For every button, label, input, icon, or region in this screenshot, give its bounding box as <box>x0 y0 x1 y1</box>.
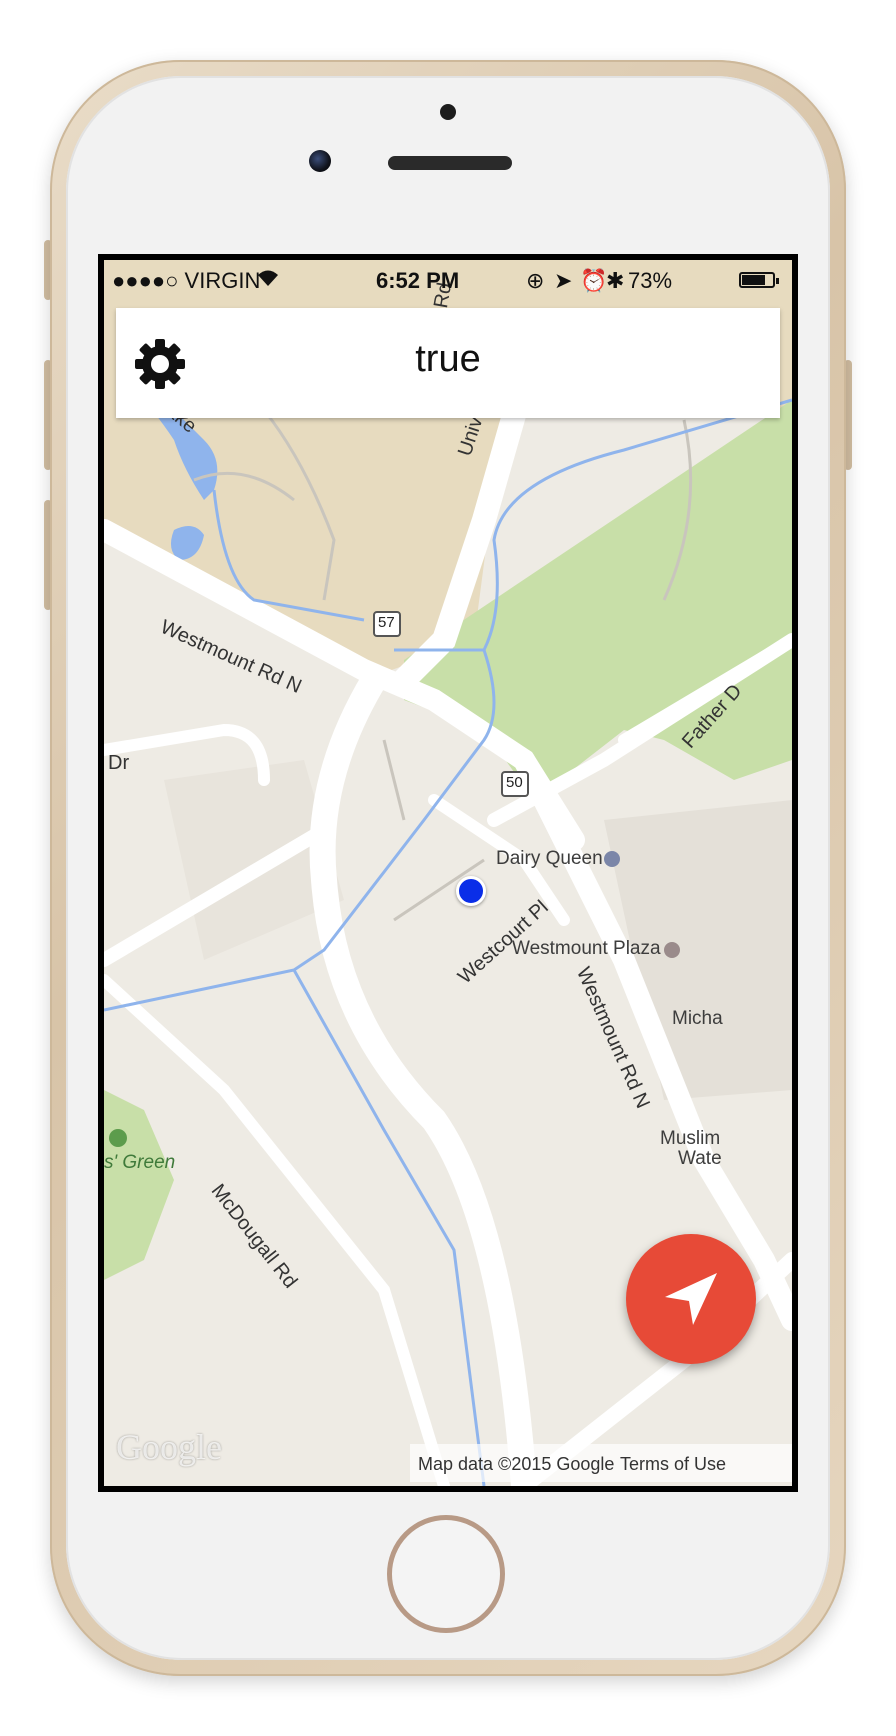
terms-of-use-link[interactable]: Terms of Use <box>620 1454 726 1475</box>
clock: 6:52 PM <box>376 268 460 293</box>
map-view[interactable]: Westmount Rd N Westmount Rd N McDougall … <box>104 260 792 1486</box>
orientation-lock-icon: ⊕ <box>526 268 545 293</box>
label-route-50: 50 <box>506 774 523 791</box>
alarm-icon: ⏰ <box>580 268 608 293</box>
battery-icon <box>739 272 779 288</box>
carrier-label: ●●●●○ VIRGIN <box>112 268 261 293</box>
battery-percent: 73% <box>628 268 673 293</box>
front-camera <box>309 150 331 172</box>
earpiece-speaker <box>388 156 512 170</box>
screen: Westmount Rd N Westmount Rd N McDougall … <box>98 254 798 1492</box>
wifi-icon <box>256 268 280 294</box>
proximity-sensor <box>440 104 456 120</box>
navigation-arrow-icon <box>665 1273 717 1325</box>
map-data-attribution: Map data ©2015 Google <box>418 1454 615 1474</box>
poi-dairy-queen[interactable]: Dairy Queen <box>496 848 603 870</box>
home-button[interactable] <box>387 1515 505 1633</box>
status-bar: ●●●●○ VIRGIN 6:52 PM ⊕ ➤ ⏰ ✱ 73% <box>104 260 792 300</box>
my-location-button[interactable] <box>626 1234 756 1364</box>
label-route-57: 57 <box>378 614 395 631</box>
poi-wate[interactable]: Wate <box>678 1148 722 1170</box>
poi-green[interactable]: s' Green <box>104 1152 175 1174</box>
location-arrow-icon: ➤ <box>554 268 573 293</box>
dairy-queen-icon <box>604 851 620 867</box>
google-logo: Google <box>116 1427 222 1467</box>
map-attribution-bar: Map data ©2015 Google Terms of Use <box>410 1444 792 1482</box>
poi-micha[interactable]: Micha <box>672 1008 723 1030</box>
app-header: true <box>116 308 780 418</box>
bluetooth-icon: ✱ <box>606 268 625 293</box>
westmount-plaza-icon <box>664 942 680 958</box>
label-dr: Dr <box>108 752 130 774</box>
current-location-dot <box>456 876 486 906</box>
poi-westmount-plaza[interactable]: Westmount Plaza <box>512 938 661 960</box>
header-title: true <box>415 338 481 380</box>
poi-muslim[interactable]: Muslim <box>660 1128 720 1150</box>
tree-icon <box>109 1129 127 1147</box>
